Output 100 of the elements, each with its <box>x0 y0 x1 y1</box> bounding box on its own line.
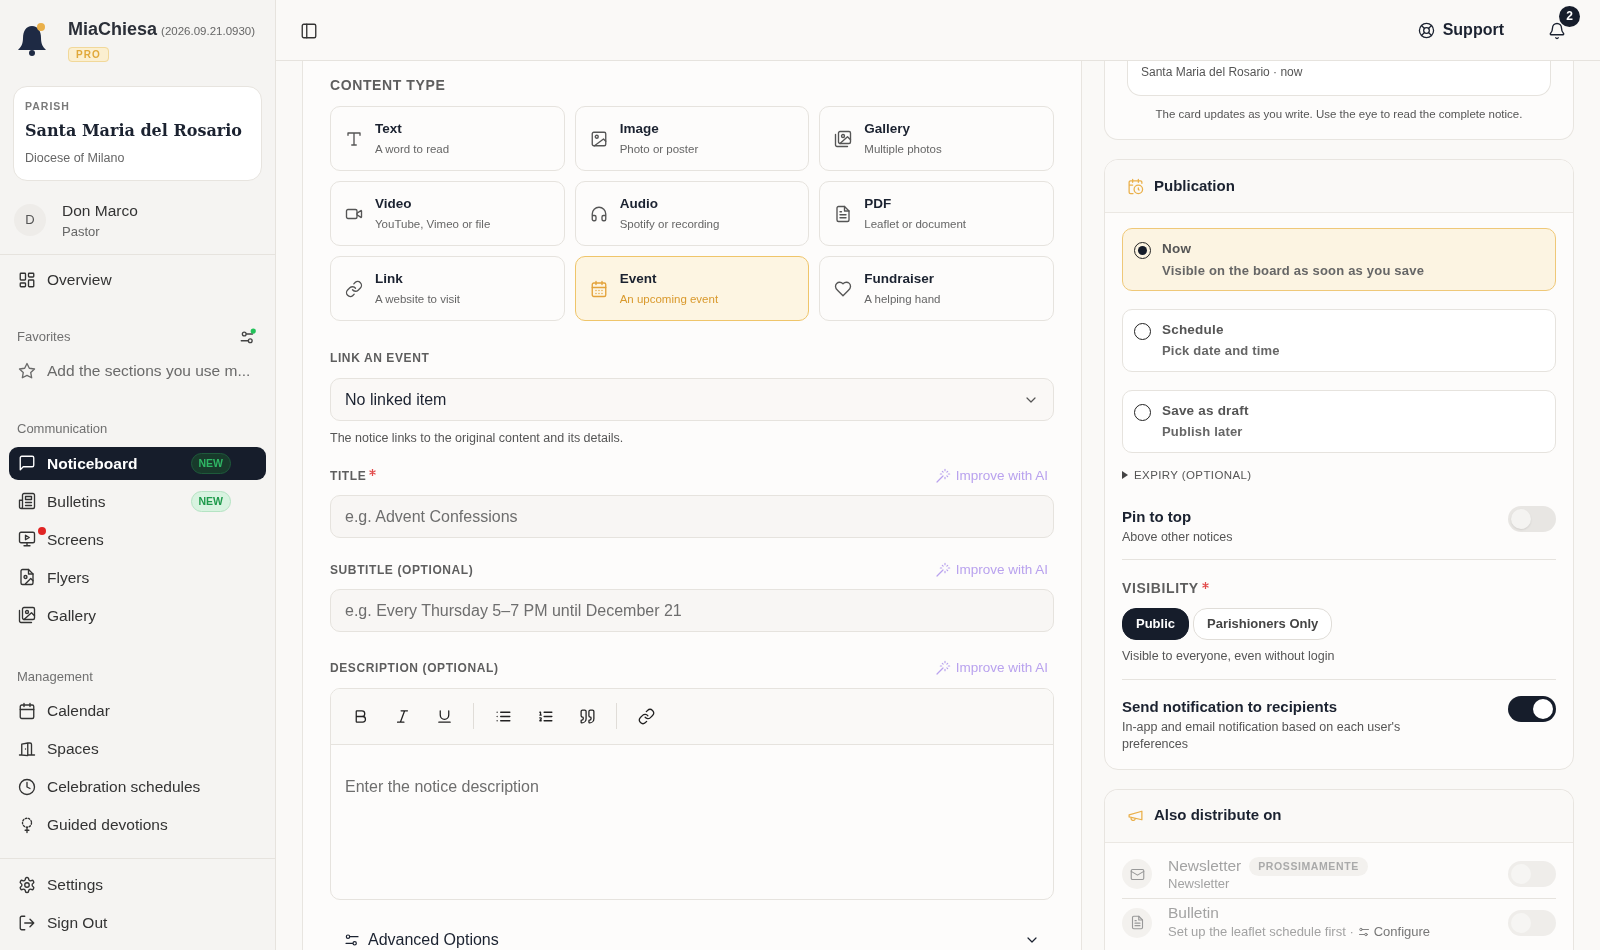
diocese-name: Diocese of Milano <box>25 149 126 167</box>
mail-icon <box>1129 866 1145 882</box>
text-field[interactable]: e.g. Advent Confessions <box>330 495 1054 538</box>
nav-item[interactable]: Noticeboard NEW <box>9 446 266 480</box>
field-label: LINK AN EVENT <box>330 350 431 367</box>
app-version: (2026.09.21.0930) <box>161 24 256 39</box>
message-icon <box>18 454 36 473</box>
calendar-icon <box>589 279 608 298</box>
section-heading: Communication <box>16 420 109 439</box>
images-icon <box>18 606 36 625</box>
content-type-option[interactable]: Text A word to read <box>330 106 565 171</box>
calendar-clock-icon <box>1127 177 1144 195</box>
nav-item[interactable]: Celebration schedules <box>9 770 266 804</box>
required-icon <box>369 468 377 476</box>
app-name: MiaChiesa <box>68 18 158 41</box>
user-name: Don Marco <box>62 200 138 221</box>
text-field[interactable]: e.g. Every Thursday 5–7 PM until December 21 <box>330 589 1054 633</box>
rich-text-editor[interactable]: Enter the notice description <box>330 687 1054 900</box>
new-badge: NEW <box>190 452 231 474</box>
preview-note: The card updates as you write. Use the eye to read the complete notice. <box>1154 107 1524 122</box>
calendar-icon <box>18 701 36 720</box>
toggle-switch[interactable] <box>1508 505 1556 532</box>
user-avatar: D <box>14 203 46 236</box>
card-title: Publication <box>1154 176 1235 196</box>
setting-title: Send notification to recipients <box>1122 697 1339 718</box>
setting-title: Pin to top <box>1122 506 1193 527</box>
nav-item[interactable]: Overview <box>9 263 266 297</box>
link-icon <box>637 707 655 725</box>
content-type-option[interactable]: Video YouTube, Vimeo or file <box>330 181 565 246</box>
image-icon <box>589 129 608 148</box>
field-label: DESCRIPTION (OPTIONAL) <box>330 660 499 678</box>
section-label: CONTENT TYPE <box>330 76 447 95</box>
door-icon <box>18 739 36 758</box>
nav-item[interactable]: Guided devotions <box>9 808 266 842</box>
setting-description: In-app and email notification based on each user's preferences <box>1122 718 1402 753</box>
nav-item[interactable]: Flyers <box>9 560 266 594</box>
section-heading: Favorites <box>17 327 71 346</box>
nav-item[interactable]: Sign Out <box>9 906 266 940</box>
field-label: VISIBILITY <box>1122 578 1556 599</box>
channel-name: Bulletin <box>1168 903 1219 923</box>
magic-wand-icon <box>934 660 951 677</box>
parish-name: Santa Maria del Rosario <box>25 119 243 142</box>
nav-item[interactable]: Spaces <box>9 732 266 766</box>
preview-meta: Santa Maria del Rosario · now <box>1141 65 1303 79</box>
settings-icon <box>18 875 36 894</box>
advanced-options-toggle[interactable]: Advanced Options <box>330 927 1054 950</box>
expiry-toggle[interactable]: EXPIRY (OPTIONAL) <box>1122 466 1252 484</box>
publication-option[interactable]: Now Visible on the board as soon as you save <box>1122 228 1556 291</box>
nav-item[interactable]: Bulletins NEW <box>9 484 266 518</box>
clock-icon <box>18 777 36 796</box>
status-badge: PROSSIMAMENTE <box>1249 856 1368 877</box>
content-type-option[interactable]: Link A website to visit <box>330 256 565 321</box>
help-text: The notice links to the original content and its details. <box>330 430 625 447</box>
sliders-icon <box>1357 926 1370 939</box>
document-icon <box>834 204 853 223</box>
channel-description: Newsletter <box>1168 876 1230 892</box>
visibility-option[interactable]: Public <box>1122 608 1189 640</box>
headphones-icon <box>589 204 608 223</box>
favorites-hint: Add the sections you use m... <box>9 354 266 388</box>
parish-card[interactable]: PARISH Santa Maria del Rosario Diocese of Milano <box>13 86 262 181</box>
publication-option[interactable]: Save as draft Publish later <box>1122 389 1556 453</box>
magic-wand-icon <box>934 467 951 484</box>
required-icon <box>1201 582 1209 589</box>
toggle-switch[interactable] <box>1508 696 1556 723</box>
newspaper-icon <box>18 492 36 511</box>
content-type-option[interactable]: Image Photo or poster <box>574 106 810 171</box>
content-type-option[interactable]: Fundraiser A helping hand <box>819 256 1054 321</box>
underline-icon <box>435 707 453 725</box>
description-field[interactable]: Enter the notice description <box>331 744 1053 893</box>
nav-item[interactable]: Screens <box>9 522 266 556</box>
content-type-option[interactable]: Event An upcoming event <box>574 256 810 321</box>
publication-option[interactable]: Schedule Pick date and time <box>1122 309 1556 372</box>
quote-icon <box>578 707 596 725</box>
content-type-option[interactable]: Gallery Multiple photos <box>819 106 1054 171</box>
nav-item[interactable]: Calendar <box>9 694 266 728</box>
parish-label: PARISH <box>25 99 71 114</box>
content-type-option[interactable]: Audio Spotify or recording <box>574 181 810 246</box>
sign-out-icon <box>18 913 36 932</box>
new-badge: NEW <box>190 490 231 512</box>
heart-icon <box>834 279 853 298</box>
user-role: Pastor <box>62 222 101 241</box>
file-image-icon <box>18 568 36 587</box>
help-text: Visible to everyone, even without login <box>1122 647 1336 665</box>
lifebuoy-icon <box>1417 21 1435 39</box>
card-title: Also distribute on <box>1154 805 1282 826</box>
content-type-option[interactable]: PDF Leaflet or document <box>819 181 1054 246</box>
nav-item[interactable]: Gallery <box>9 598 266 632</box>
support-button[interactable]: Support <box>1411 17 1510 43</box>
grid-icon <box>18 270 36 289</box>
text-icon <box>345 129 363 148</box>
channel-name: Newsletter <box>1168 857 1242 876</box>
star-icon <box>18 361 36 380</box>
panel-icon <box>300 21 318 40</box>
visibility-option[interactable]: Parishioners Only <box>1193 608 1333 640</box>
link-icon <box>345 279 363 298</box>
section-heading: Management <box>16 667 94 686</box>
monitor-icon <box>18 530 36 549</box>
nav-item[interactable]: Settings <box>9 868 266 902</box>
images-icon <box>834 129 853 148</box>
link-event-select[interactable]: No linked item <box>330 378 1054 421</box>
